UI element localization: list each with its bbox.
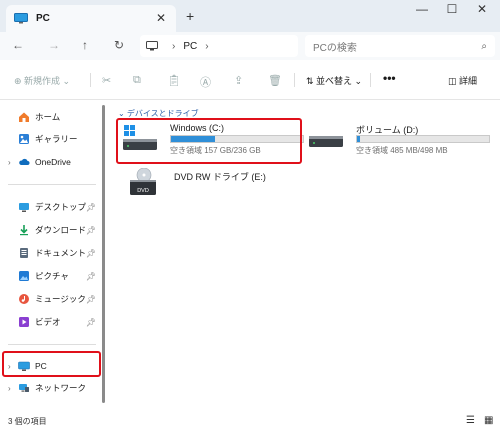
close-window-button[interactable]: ✕ xyxy=(472,2,492,16)
tab-close-icon[interactable]: ✕ xyxy=(156,11,166,25)
drive-usage-fill xyxy=(357,136,361,142)
sidebar-scrollbar[interactable] xyxy=(102,105,105,403)
command-bar: ⊕ 新規作成 ⌄ ✂ ⧉ 📋︎ Ⓐ ⇪ 🗑︎ ⇅ 並べ替え ⌄ ••• ◫ 詳細 xyxy=(0,60,500,100)
back-button[interactable]: ← xyxy=(12,38,24,52)
divider xyxy=(8,344,96,345)
pin-icon[interactable]: 📌︎ xyxy=(86,295,96,304)
sidebar-item-gallery[interactable]: ギャラリー xyxy=(8,129,100,149)
new-button[interactable]: ⊕ 新規作成 ⌄ xyxy=(14,74,70,87)
sidebar-item-onedrive[interactable]: › OneDrive xyxy=(8,152,100,172)
desktop-icon xyxy=(19,203,29,212)
pin-icon[interactable]: 📌︎ xyxy=(86,249,96,258)
divider xyxy=(8,184,96,185)
sidebar-item-home[interactable]: ホーム xyxy=(8,107,100,127)
pin-icon[interactable]: 📌︎ xyxy=(86,203,96,212)
sidebar-item-label: ドキュメント xyxy=(35,248,87,258)
gallery-icon xyxy=(19,134,29,144)
copy-icon[interactable]: ⧉ xyxy=(133,74,141,87)
svg-text:DVD: DVD xyxy=(137,188,149,194)
home-icon xyxy=(19,112,29,122)
sidebar-item-label: ピクチャ xyxy=(35,271,69,281)
sidebar-item-label: ダウンロード xyxy=(35,225,87,235)
pin-icon[interactable]: 📌︎ xyxy=(86,272,96,281)
sidebar-item-music[interactable]: ミュージック 📌︎ xyxy=(8,289,100,309)
music-icon xyxy=(19,294,29,304)
divider xyxy=(90,73,91,87)
address-bar-row: ← → ↑ ↻ › PC › PCの検索 ⌕ xyxy=(0,32,500,60)
sidebar-item-label: ホーム xyxy=(35,112,61,122)
address-bar[interactable]: › PC › xyxy=(140,35,298,57)
pin-icon[interactable]: 📌︎ xyxy=(86,318,96,327)
network-icon xyxy=(19,384,29,392)
drive-d[interactable]: ボリューム (D:) 空き領域 485 MB/498 MB xyxy=(308,120,490,156)
document-icon xyxy=(20,248,28,258)
sidebar-item-network[interactable]: › ネットワーク xyxy=(8,378,100,398)
divider xyxy=(370,73,371,87)
chevron-right-icon[interactable]: › xyxy=(8,158,18,167)
search-input[interactable]: PCの検索 ⌕ xyxy=(305,35,495,57)
up-button[interactable]: ↑ xyxy=(82,38,88,52)
delete-icon[interactable]: 🗑︎ xyxy=(268,74,282,87)
sidebar-item-label: デスクトップ xyxy=(35,202,87,212)
tab-title: PC xyxy=(36,13,50,24)
drive-name: DVD RW ドライブ (E:) xyxy=(174,172,266,182)
download-icon xyxy=(20,225,28,236)
minimize-button[interactable]: — xyxy=(412,2,432,16)
item-count: 3 個の項目 xyxy=(8,417,47,426)
drive-free-space: 空き領域 485 MB/498 MB xyxy=(356,146,448,155)
sidebar-item-label: ビデオ xyxy=(35,317,61,327)
cloud-icon xyxy=(19,158,30,165)
sidebar-item-pictures[interactable]: ピクチャ 📌︎ xyxy=(8,266,100,286)
pin-icon[interactable]: 📌︎ xyxy=(86,226,96,235)
tab-pc[interactable]: PC ✕ xyxy=(6,5,176,32)
chevron-right-icon[interactable]: › xyxy=(205,41,208,52)
forward-button[interactable]: → xyxy=(48,38,60,52)
details-pane-button[interactable]: ◫ 詳細 xyxy=(448,74,477,87)
video-icon xyxy=(19,317,29,327)
title-bar: PC ✕ + — ☐ ✕ xyxy=(0,0,500,32)
breadcrumb[interactable]: PC xyxy=(183,41,197,52)
dvd-drive-icon: DVD xyxy=(130,168,156,195)
drive-usage-bar xyxy=(356,135,490,143)
paste-icon[interactable]: 📋︎ xyxy=(167,74,181,87)
sort-button[interactable]: ⇅ 並べ替え ⌄ xyxy=(306,74,362,87)
chevron-right-icon[interactable]: › xyxy=(8,384,18,393)
new-tab-button[interactable]: + xyxy=(186,8,194,24)
tiles-view-icon[interactable]: ▦ xyxy=(484,415,493,426)
sidebar-item-desktop[interactable]: デスクトップ 📌︎ xyxy=(8,197,100,217)
sidebar-item-videos[interactable]: ビデオ 📌︎ xyxy=(8,312,100,332)
highlight-box-drive-c xyxy=(116,118,302,164)
sidebar-item-documents[interactable]: ドキュメント 📌︎ xyxy=(8,243,100,263)
sidebar-item-label: OneDrive xyxy=(35,157,71,167)
details-view-icon[interactable]: ☰ xyxy=(466,415,475,426)
monitor-icon xyxy=(146,41,158,51)
sidebar-item-label: ギャラリー xyxy=(35,134,78,144)
more-options-button[interactable]: ••• xyxy=(383,71,396,85)
drive-icon xyxy=(309,136,343,147)
status-bar: 3 個の項目 ☰ ▦ xyxy=(0,412,500,430)
divider xyxy=(294,73,295,87)
share-icon[interactable]: ⇪ xyxy=(234,74,243,87)
search-icon: ⌕ xyxy=(481,40,487,52)
rename-icon[interactable]: Ⓐ xyxy=(200,74,211,90)
highlight-box-pc xyxy=(2,351,101,377)
refresh-button[interactable]: ↻ xyxy=(114,38,124,52)
maximize-button[interactable]: ☐ xyxy=(442,2,462,16)
sidebar-item-label: ネットワーク xyxy=(35,383,87,393)
chevron-right-icon: › xyxy=(172,40,176,52)
pictures-icon xyxy=(19,271,29,281)
sidebar-item-downloads[interactable]: ダウンロード 📌︎ xyxy=(8,220,100,240)
drive-e[interactable]: DVD DVD RW ドライブ (E:) xyxy=(126,164,306,200)
search-placeholder: PCの検索 xyxy=(313,42,357,54)
sidebar-item-label: ミュージック xyxy=(35,294,86,304)
pc-icon xyxy=(14,13,28,24)
cut-icon[interactable]: ✂ xyxy=(102,74,111,87)
